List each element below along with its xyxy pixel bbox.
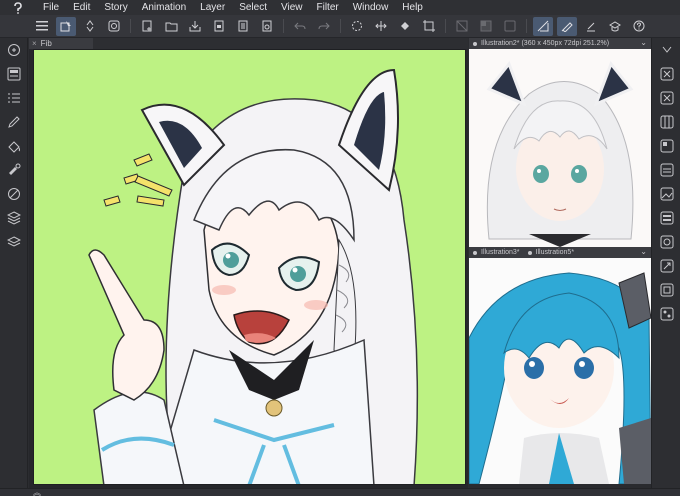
pen-icon[interactable] xyxy=(557,16,577,36)
drawing-canvas[interactable] xyxy=(33,49,466,485)
print-icon[interactable] xyxy=(233,17,253,36)
menu-file[interactable]: File xyxy=(36,0,66,15)
close-panel-icon[interactable] xyxy=(652,86,680,110)
pen-tool-icon[interactable] xyxy=(0,110,28,134)
menu-window[interactable]: Window xyxy=(346,0,396,15)
new-icon[interactable] xyxy=(137,17,157,36)
info-panel-icon[interactable] xyxy=(652,302,680,326)
menu-select[interactable]: Select xyxy=(232,0,274,15)
undo-icon[interactable] xyxy=(290,17,310,36)
sub-view-panel: Illustration2* (360 x 450px 72dpi 251.2%… xyxy=(469,38,651,488)
save-icon[interactable] xyxy=(185,17,205,36)
palette-icon[interactable] xyxy=(652,158,680,182)
stack-icon[interactable] xyxy=(0,230,28,254)
toolbar-divider xyxy=(445,19,446,33)
main-document: × Fib xyxy=(29,38,468,488)
chevron-up-icon[interactable]: ︽ xyxy=(33,487,41,496)
document-tab[interactable]: × Fib xyxy=(29,38,93,49)
document-tab-label: Fib xyxy=(40,39,52,48)
fill-tool-icon[interactable] xyxy=(0,134,28,158)
menu-help[interactable]: Help xyxy=(395,0,430,15)
menu-edit[interactable]: Edit xyxy=(66,0,97,15)
transform-icon[interactable] xyxy=(371,17,391,36)
color-tool-icon[interactable] xyxy=(0,182,28,206)
status-strip: ︽ xyxy=(0,488,680,496)
subview-tab-2[interactable]: Illustration3* Illustration5* ⌄ xyxy=(469,247,651,258)
loading-icon[interactable] xyxy=(347,17,367,36)
fill-icon[interactable] xyxy=(395,17,415,36)
menu-icon[interactable] xyxy=(32,17,52,36)
invert-icon[interactable] xyxy=(476,17,496,36)
command-bar xyxy=(0,15,680,38)
toolbar-divider xyxy=(283,19,284,33)
swatch-icon[interactable] xyxy=(652,134,680,158)
grad-icon[interactable] xyxy=(581,17,601,36)
ruler-icon[interactable] xyxy=(533,16,553,36)
subview-title-3: Illustration5* xyxy=(535,249,575,256)
image-icon[interactable] xyxy=(652,182,680,206)
redo-icon[interactable] xyxy=(314,17,334,36)
open-icon[interactable] xyxy=(161,17,181,36)
menu-story[interactable]: Story xyxy=(97,0,134,15)
layer-icon[interactable] xyxy=(104,17,124,36)
tool-palette xyxy=(0,38,28,488)
brush-settings-icon[interactable] xyxy=(0,158,28,182)
chevron-down-icon[interactable]: ⌄ xyxy=(640,247,647,256)
panel-toggle-bar xyxy=(651,38,680,488)
zoom-tool-icon[interactable] xyxy=(0,38,28,62)
subview-canvas-1[interactable] xyxy=(469,49,651,247)
illustration3-preview xyxy=(469,258,651,484)
artwork-illustration xyxy=(34,50,465,484)
menu-animation[interactable]: Animation xyxy=(135,0,193,15)
share-icon[interactable] xyxy=(257,17,277,36)
subview-tab-1[interactable]: Illustration2* (360 x 450px 72dpi 251.2%… xyxy=(469,38,651,49)
help-icon[interactable] xyxy=(629,17,649,36)
menu-view[interactable]: View xyxy=(274,0,310,15)
app-logo xyxy=(0,0,36,15)
subview-title-2: Illustration3* xyxy=(481,249,520,256)
list-icon[interactable] xyxy=(0,86,28,110)
toolbar-divider xyxy=(130,19,131,33)
tab-dot-icon xyxy=(473,41,477,46)
menu-bar: File Edit Story Animation Layer Select V… xyxy=(0,0,680,15)
layer-palette-icon[interactable] xyxy=(0,62,28,86)
material-panel-icon[interactable] xyxy=(652,278,680,302)
select-icon[interactable] xyxy=(56,16,76,36)
expand-icon[interactable] xyxy=(652,38,680,62)
toolbar-divider xyxy=(526,19,527,33)
subview-canvas-2[interactable] xyxy=(469,258,651,484)
snap-icon[interactable] xyxy=(500,17,520,36)
close-icon[interactable]: × xyxy=(32,39,37,48)
history-icon[interactable] xyxy=(652,230,680,254)
updown-icon[interactable] xyxy=(80,17,100,36)
help-icon[interactable] xyxy=(605,17,625,36)
illustration2-preview xyxy=(469,49,651,247)
material-icon[interactable] xyxy=(0,206,28,230)
toolbar-divider xyxy=(340,19,341,33)
layer-stack-icon[interactable] xyxy=(652,206,680,230)
export-icon[interactable] xyxy=(209,17,229,36)
navigator-icon[interactable] xyxy=(652,254,680,278)
tab-dot-icon xyxy=(473,250,477,255)
grid-icon[interactable] xyxy=(652,110,680,134)
subview-title-1: Illustration2* (360 x 450px 72dpi 251.2%… xyxy=(481,40,610,47)
chevron-down-icon[interactable]: ⌄ xyxy=(640,38,647,47)
deselect-icon[interactable] xyxy=(452,17,472,36)
crop-icon[interactable] xyxy=(419,17,439,36)
document-tab-bar: × Fib xyxy=(29,38,468,49)
menu-layer[interactable]: Layer xyxy=(193,0,232,15)
menu-filter[interactable]: Filter xyxy=(309,0,345,15)
tab-dot-icon xyxy=(527,250,532,255)
close-panel-icon[interactable] xyxy=(652,62,680,86)
